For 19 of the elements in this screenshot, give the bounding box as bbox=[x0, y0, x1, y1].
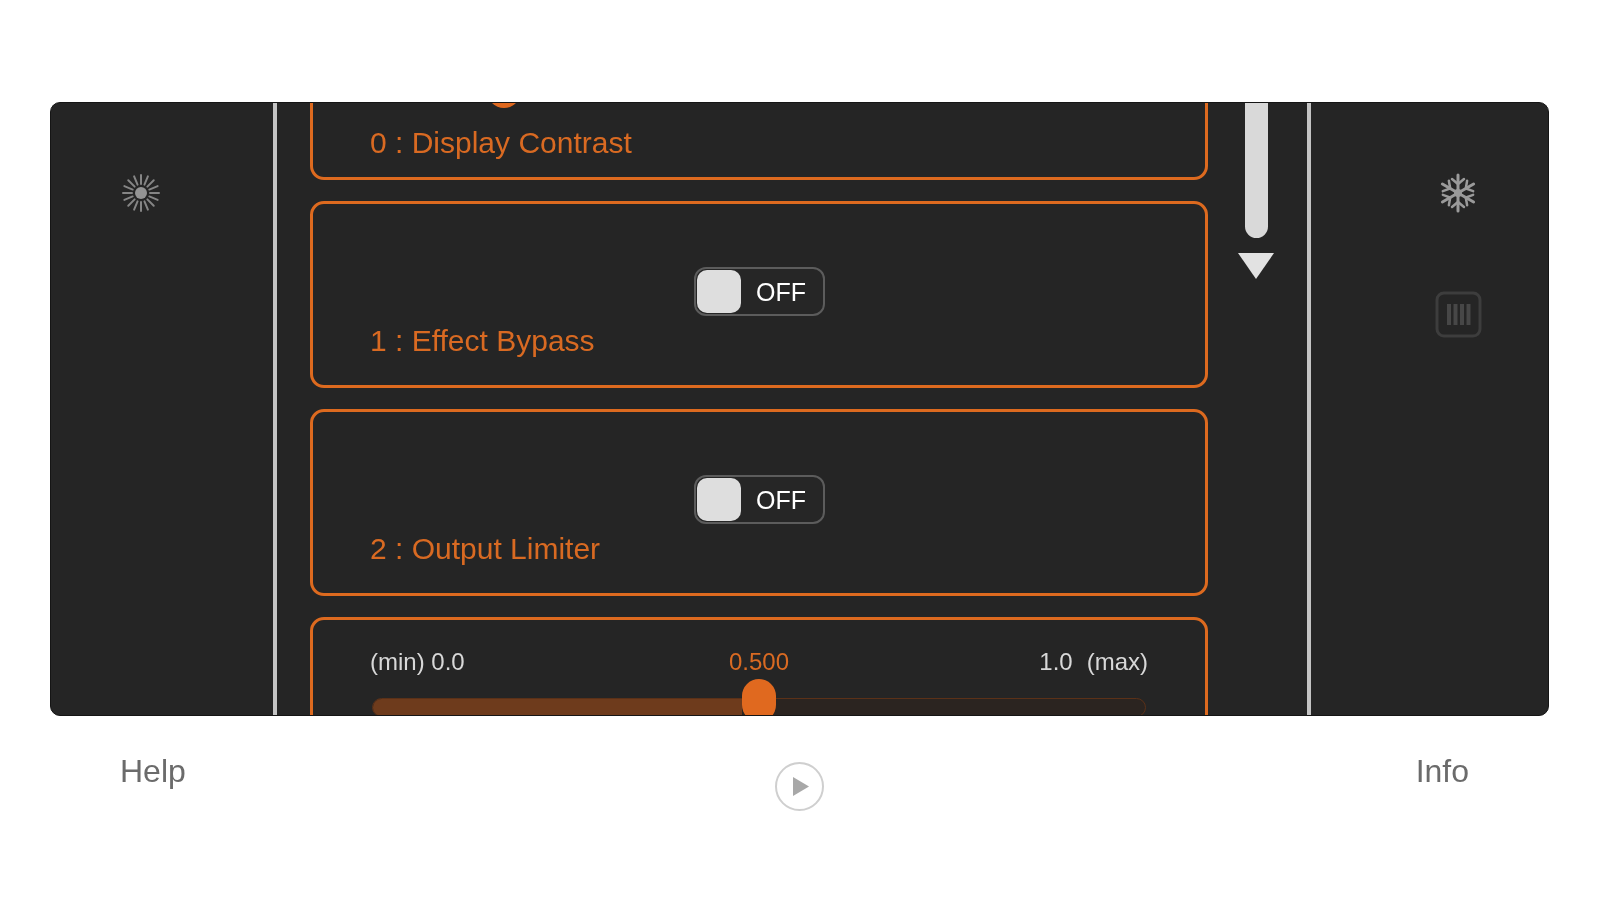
toggle-knob bbox=[696, 478, 741, 521]
toggle-switch[interactable]: OFF bbox=[693, 267, 825, 316]
max-label: (max) bbox=[1086, 648, 1148, 676]
toggle-switch[interactable]: OFF bbox=[693, 475, 825, 524]
min-label: (min) 0.0 bbox=[370, 648, 465, 675]
value-label: 0.500 bbox=[728, 648, 789, 675]
scroll-bar[interactable] bbox=[1244, 103, 1268, 238]
parameter-title: 2 : Output Limiter bbox=[370, 532, 601, 566]
max-value: 1.0 bbox=[1039, 648, 1073, 676]
parameter-title: 0 : Display Contrast bbox=[370, 126, 632, 160]
slider-thumb[interactable] bbox=[742, 679, 776, 715]
snowflake-icon[interactable] bbox=[1438, 173, 1478, 213]
toggle-knob bbox=[696, 270, 741, 313]
down-arrow-icon[interactable] bbox=[1237, 252, 1275, 280]
sun-icon[interactable] bbox=[121, 173, 161, 213]
help-link[interactable]: Help bbox=[120, 753, 186, 811]
parameter-title: 1 : Effect Bypass bbox=[370, 324, 595, 358]
play-icon bbox=[793, 777, 809, 796]
info-link[interactable]: Info bbox=[1415, 753, 1469, 811]
